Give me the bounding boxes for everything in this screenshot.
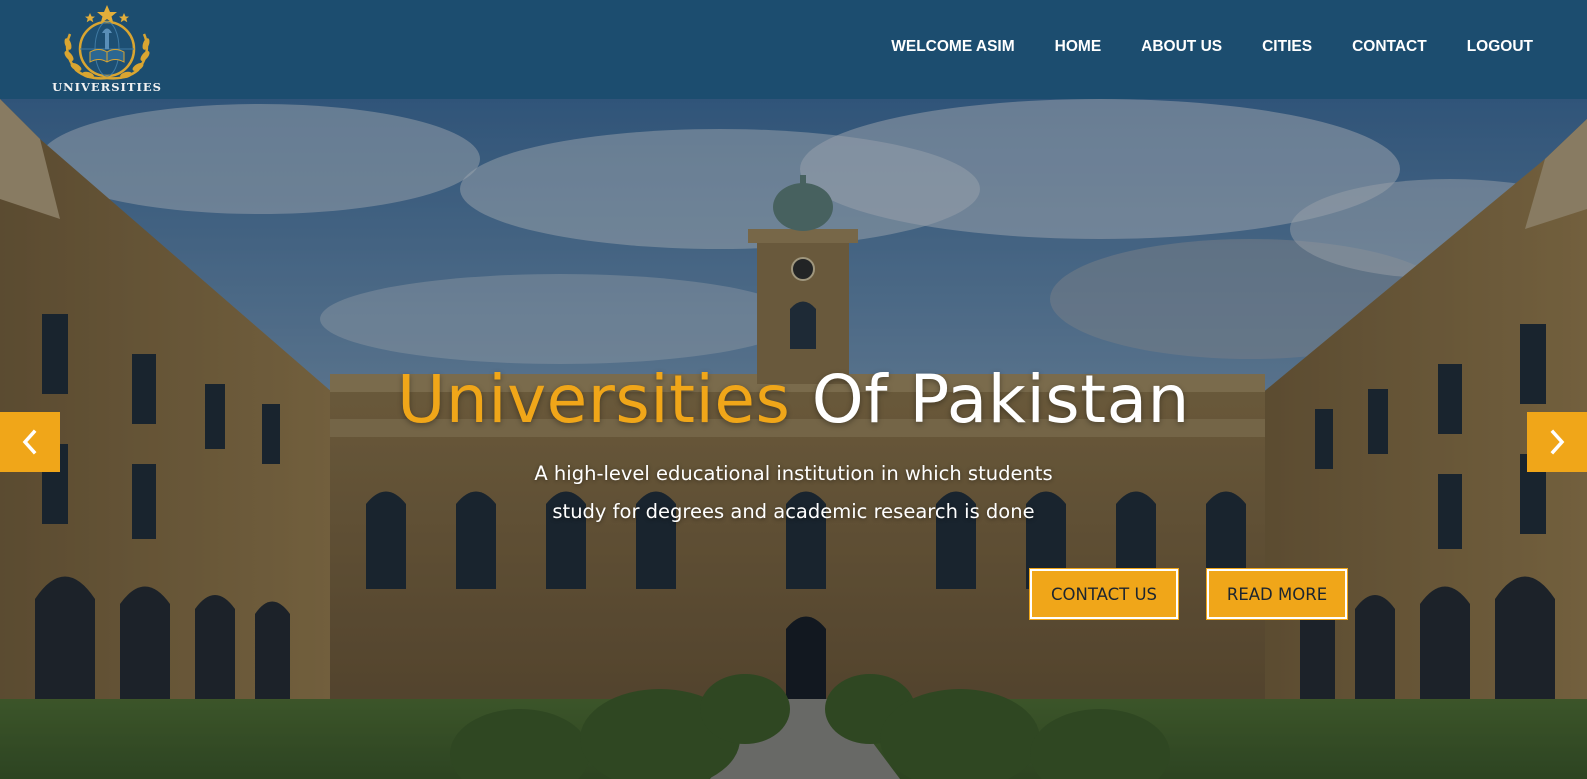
chevron-right-icon xyxy=(1550,429,1565,455)
hero-subtitle: A high-level educational institution in … xyxy=(0,455,1587,531)
contact-us-button[interactable]: CONTACT US xyxy=(1029,568,1179,620)
logo-text: UNIVERSITIES xyxy=(52,80,162,94)
nav-cities[interactable]: CITIES xyxy=(1262,38,1312,56)
slider-prev-button[interactable] xyxy=(0,412,60,472)
nav-welcome[interactable]: WELCOME ASIM xyxy=(891,38,1014,56)
nav-contact[interactable]: CONTACT xyxy=(1352,38,1427,56)
page: UNIVERSITIES WELCOME ASIM HOME ABOUT US … xyxy=(0,0,1587,779)
chevron-left-icon xyxy=(22,429,37,455)
hero-subtitle-line-1: A high-level educational institution in … xyxy=(534,462,1053,485)
hero-title-rest: Of Pakistan xyxy=(790,361,1190,438)
nav-logout[interactable]: LOGOUT xyxy=(1467,38,1533,56)
site-header: UNIVERSITIES WELCOME ASIM HOME ABOUT US … xyxy=(0,0,1587,99)
nav-home[interactable]: HOME xyxy=(1055,38,1102,56)
hero-title: Universities Of Pakistan xyxy=(0,361,1587,438)
hero-slider: Universities Of Pakistan A high-level ed… xyxy=(0,99,1587,779)
university-emblem-icon xyxy=(64,5,150,80)
main-nav: WELCOME ASIM HOME ABOUT US CITIES CONTAC… xyxy=(851,38,1533,56)
site-logo[interactable]: UNIVERSITIES xyxy=(44,4,170,94)
hero-subtitle-line-2: study for degrees and academic research … xyxy=(552,500,1035,523)
nav-about-us[interactable]: ABOUT US xyxy=(1141,38,1222,56)
read-more-button[interactable]: READ MORE xyxy=(1206,568,1348,620)
slider-next-button[interactable] xyxy=(1527,412,1587,472)
hero-title-accent: Universities xyxy=(397,361,791,438)
hero-overlay xyxy=(0,99,1587,779)
